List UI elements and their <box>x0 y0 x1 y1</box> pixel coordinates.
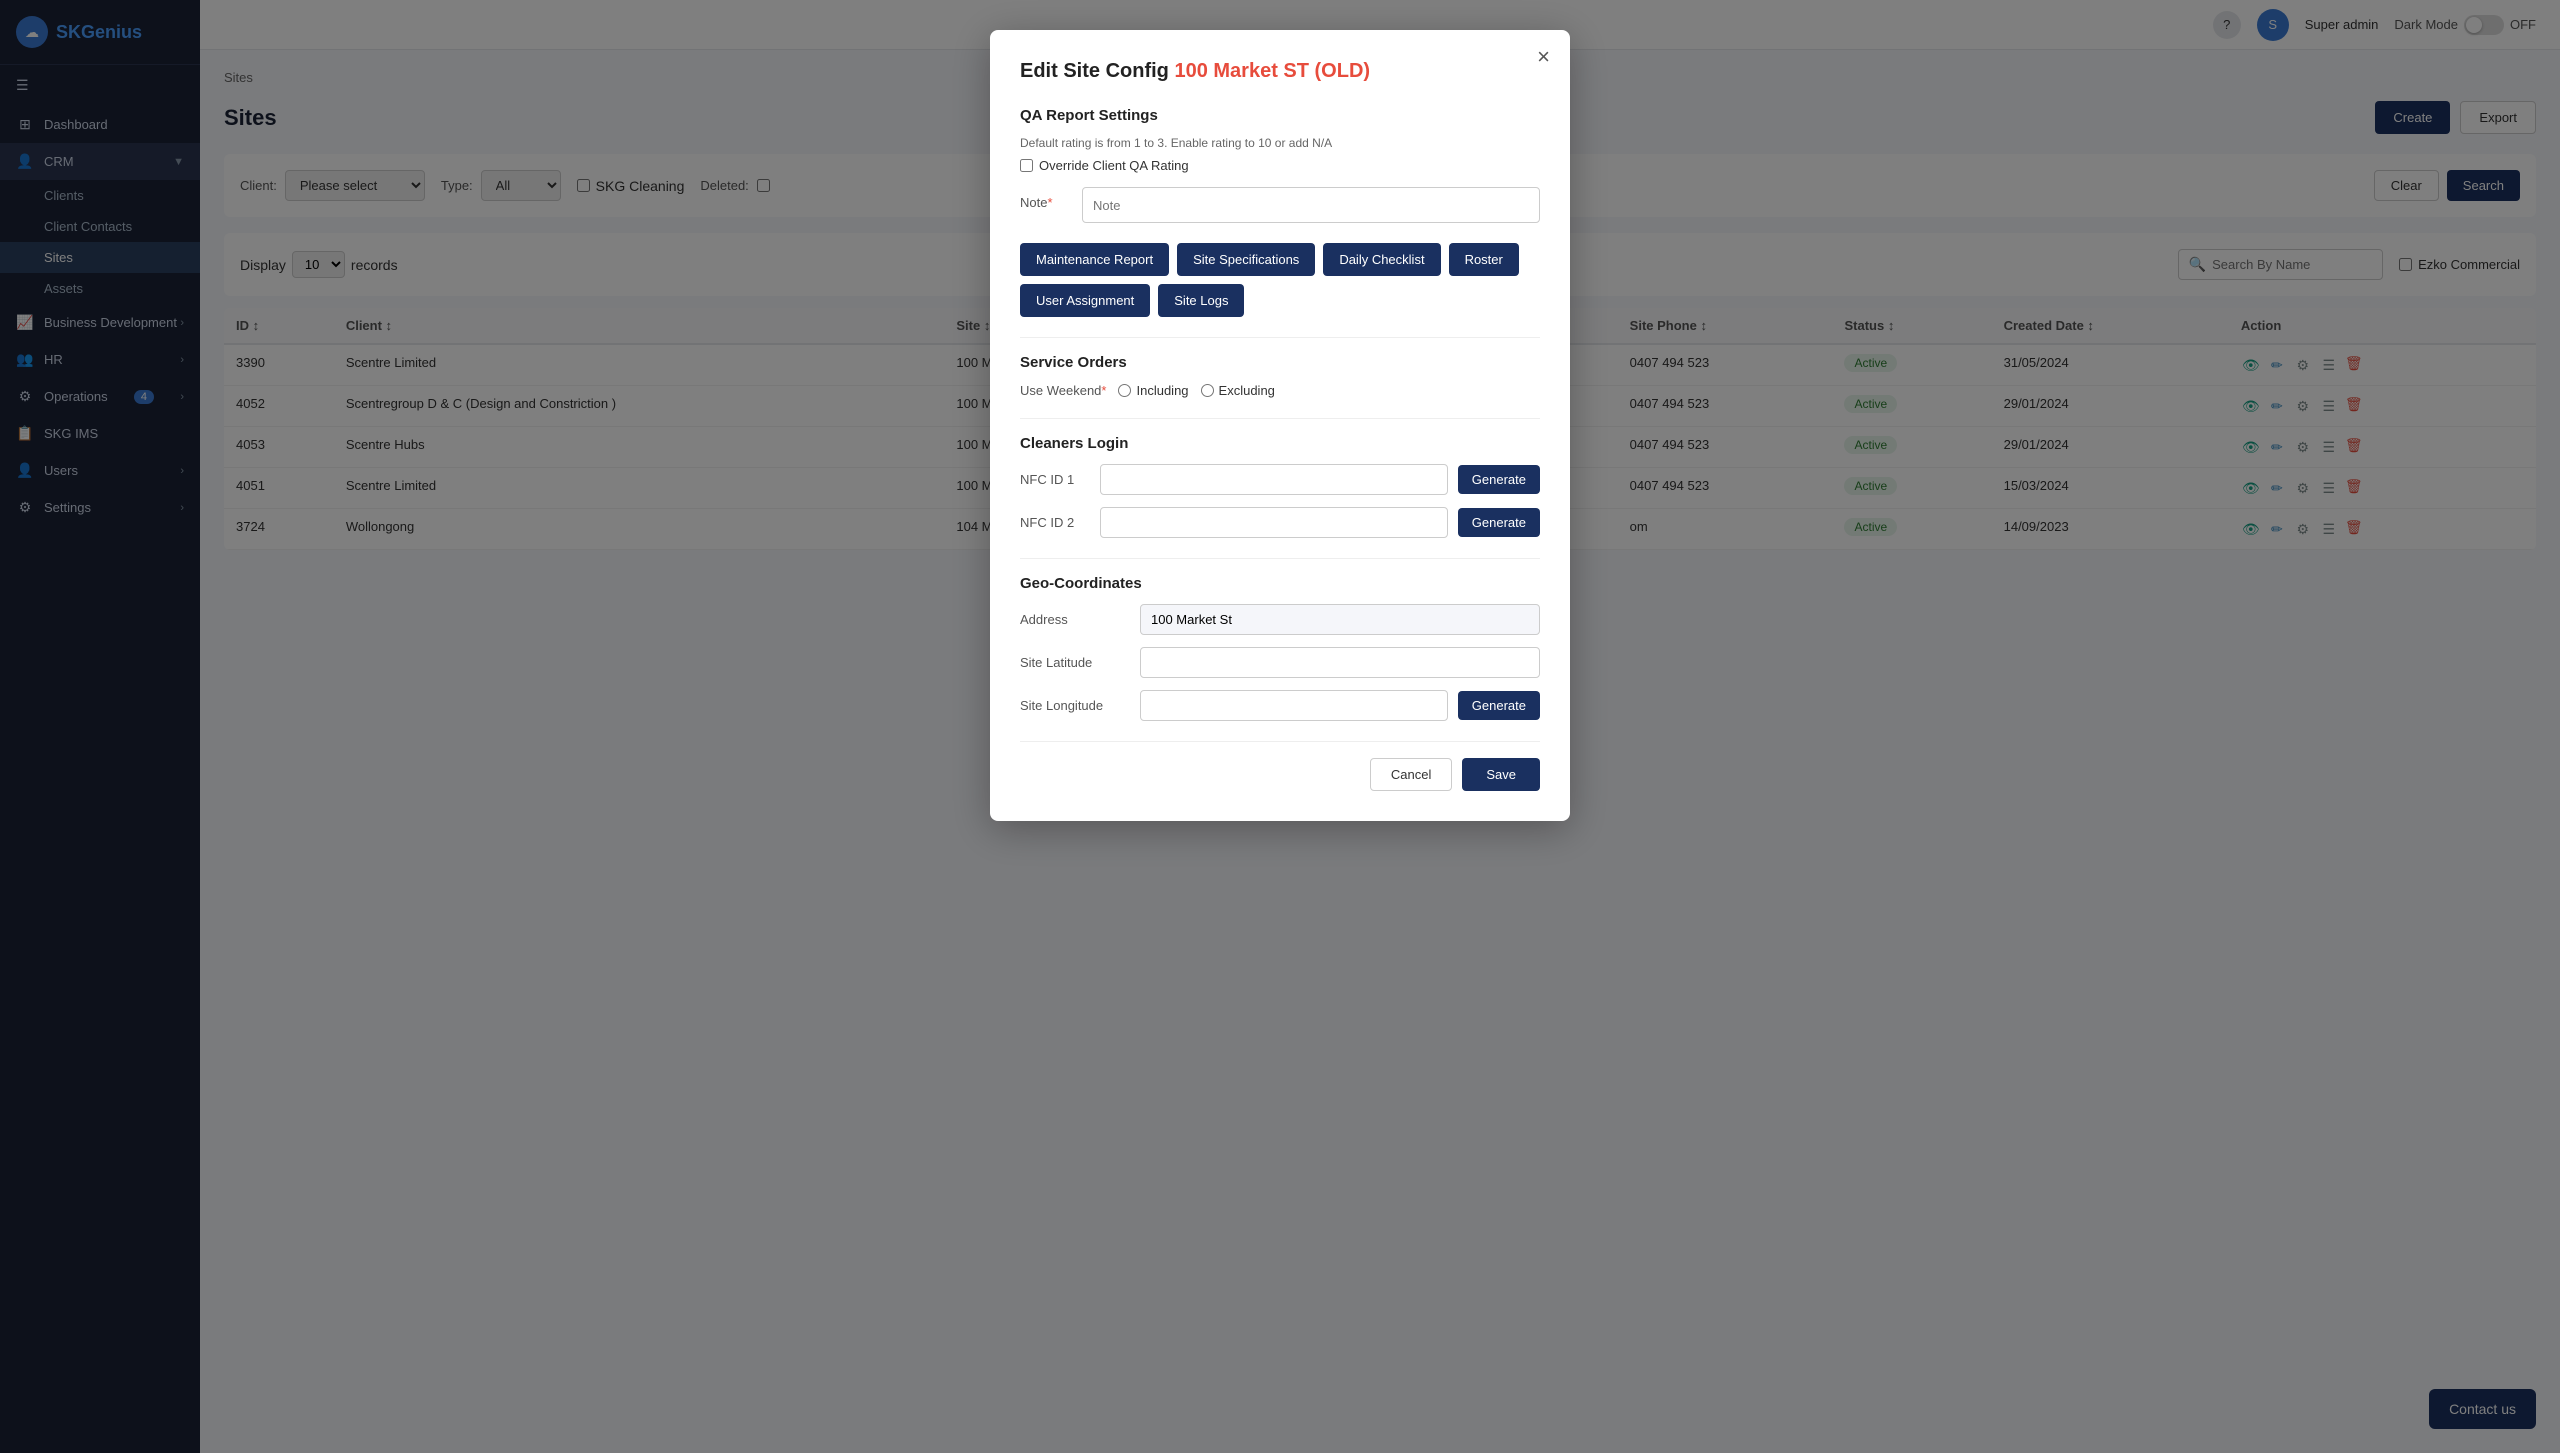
address-label: Address <box>1020 612 1130 627</box>
override-qa-checkbox[interactable] <box>1020 159 1033 172</box>
geo-generate-button[interactable]: Generate <box>1458 691 1540 720</box>
override-qa-label: Override Client QA Rating <box>1039 158 1189 173</box>
qa-settings-section: QA Report Settings Default rating is fro… <box>1020 107 1540 223</box>
qa-description: Default rating is from 1 to 3. Enable ra… <box>1020 136 1540 150</box>
nfc-id-2-generate-button[interactable]: Generate <box>1458 508 1540 537</box>
longitude-input[interactable] <box>1140 690 1448 721</box>
geo-coordinates-title: Geo-Coordinates <box>1020 575 1540 592</box>
excluding-radio[interactable] <box>1201 384 1214 397</box>
edit-site-config-modal: × Edit Site Config 100 Market ST (OLD) Q… <box>990 30 1570 821</box>
qa-section-title: QA Report Settings <box>1020 107 1540 124</box>
note-required: * <box>1047 195 1052 210</box>
service-orders-title: Service Orders <box>1020 354 1540 371</box>
service-orders-section: Service Orders Use Weekend* Including Ex… <box>1020 354 1540 398</box>
nfc-id-2-input[interactable] <box>1100 507 1448 538</box>
modal-footer: Cancel Save <box>1020 741 1540 791</box>
site-specifications-button[interactable]: Site Specifications <box>1177 243 1315 276</box>
address-row: Address <box>1020 604 1540 635</box>
including-option[interactable]: Including <box>1118 383 1188 398</box>
maintenance-report-button[interactable]: Maintenance Report <box>1020 243 1169 276</box>
roster-button[interactable]: Roster <box>1449 243 1519 276</box>
daily-checklist-button[interactable]: Daily Checklist <box>1323 243 1440 276</box>
cleaners-login-section: Cleaners Login NFC ID 1 Generate NFC ID … <box>1020 435 1540 538</box>
nfc-id-1-row: NFC ID 1 Generate <box>1020 464 1540 495</box>
use-weekend-row: Use Weekend* Including Excluding <box>1020 383 1540 398</box>
nfc-id-2-label: NFC ID 2 <box>1020 515 1090 530</box>
site-logs-button[interactable]: Site Logs <box>1158 284 1244 317</box>
nfc-id-2-row: NFC ID 2 Generate <box>1020 507 1540 538</box>
latitude-label: Site Latitude <box>1020 655 1130 670</box>
report-buttons-group: Maintenance Report Site Specifications D… <box>1020 243 1540 317</box>
nfc-id-1-generate-button[interactable]: Generate <box>1458 465 1540 494</box>
latitude-input[interactable] <box>1140 647 1540 678</box>
address-input[interactable] <box>1140 604 1540 635</box>
save-button[interactable]: Save <box>1462 758 1540 791</box>
user-assignment-button[interactable]: User Assignment <box>1020 284 1150 317</box>
override-qa-row: Override Client QA Rating <box>1020 158 1540 173</box>
latitude-row: Site Latitude <box>1020 647 1540 678</box>
including-radio[interactable] <box>1118 384 1131 397</box>
modal-title: Edit Site Config 100 Market ST (OLD) <box>1020 60 1540 83</box>
nfc-id-1-label: NFC ID 1 <box>1020 472 1090 487</box>
nfc-id-1-input[interactable] <box>1100 464 1448 495</box>
cancel-button[interactable]: Cancel <box>1370 758 1452 791</box>
longitude-label: Site Longitude <box>1020 698 1130 713</box>
modal-title-site: 100 Market ST (OLD) <box>1174 60 1370 82</box>
note-label: Note* <box>1020 187 1070 210</box>
longitude-row: Site Longitude Generate <box>1020 690 1540 721</box>
note-row: Note* <box>1020 187 1540 223</box>
geo-coordinates-section: Geo-Coordinates Address Site Latitude Si… <box>1020 575 1540 721</box>
cleaners-login-title: Cleaners Login <box>1020 435 1540 452</box>
use-weekend-label: Use Weekend* <box>1020 383 1106 398</box>
modal-close-button[interactable]: × <box>1537 46 1550 68</box>
excluding-option[interactable]: Excluding <box>1201 383 1275 398</box>
modal-overlay[interactable]: × Edit Site Config 100 Market ST (OLD) Q… <box>0 0 2560 1453</box>
note-input[interactable] <box>1082 187 1540 223</box>
